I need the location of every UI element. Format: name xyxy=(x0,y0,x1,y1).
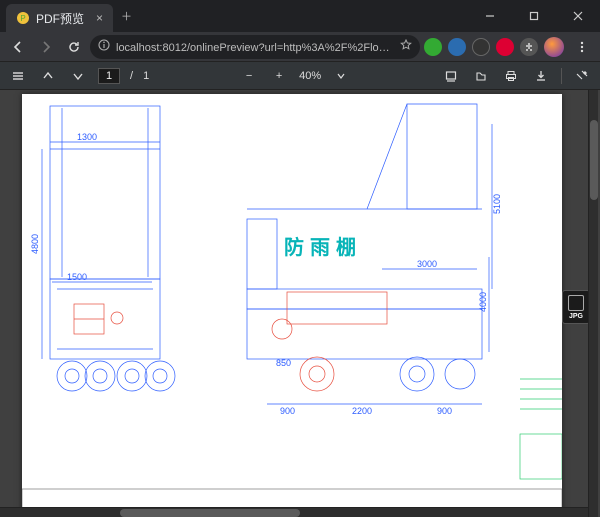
chevron-down-icon[interactable] xyxy=(331,66,351,86)
extension-icon-3[interactable] xyxy=(472,38,490,56)
profile-avatar[interactable] xyxy=(544,37,564,57)
pdf-zoom-out-button[interactable]: − xyxy=(239,66,259,86)
pdf-page-current-input[interactable] xyxy=(98,68,120,84)
browser-tab[interactable]: P PDF预览 × xyxy=(6,4,113,32)
url-text: localhost:8012/onlinePreview?url=http%3A… xyxy=(116,39,394,55)
horizontal-scroll-thumb[interactable] xyxy=(120,509,300,517)
tab-title: PDF预览 xyxy=(36,10,84,27)
bookmark-star-icon[interactable] xyxy=(400,39,412,54)
url-field[interactable]: localhost:8012/onlinePreview?url=http%3A… xyxy=(90,35,420,59)
pdf-page: 1300 4800 1500 防雨棚 5100 3000 4000 850 90… xyxy=(22,94,562,514)
extension-icon-1[interactable] xyxy=(424,38,442,56)
dim-4000: 4000 xyxy=(478,292,488,312)
cad-drawing: 1300 4800 1500 防雨棚 5100 3000 4000 850 90… xyxy=(22,94,562,514)
pdf-open-button[interactable] xyxy=(471,66,491,86)
dim-850: 850 xyxy=(276,358,291,368)
pdf-page-up-button[interactable] xyxy=(38,66,58,86)
pdf-page-down-button[interactable] xyxy=(68,66,88,86)
pdf-presentation-button[interactable] xyxy=(441,66,461,86)
dim-900b: 900 xyxy=(437,406,452,416)
window-minimize-button[interactable] xyxy=(468,0,512,32)
site-info-icon[interactable] xyxy=(98,39,110,54)
dim-900a: 900 xyxy=(280,406,295,416)
separator xyxy=(561,68,562,84)
pdf-viewer[interactable]: 1300 4800 1500 防雨棚 5100 3000 4000 850 90… xyxy=(0,90,600,517)
pdf-zoom-in-button[interactable]: + xyxy=(269,66,289,86)
jpg-label: JPG xyxy=(569,313,583,320)
browser-menu-button[interactable] xyxy=(570,35,594,59)
extensions-puzzle-icon[interactable] xyxy=(520,38,538,56)
svg-text:P: P xyxy=(20,14,25,23)
export-jpg-button[interactable]: JPG xyxy=(562,290,590,324)
vertical-scrollbar[interactable] xyxy=(588,90,598,517)
nav-forward-button[interactable] xyxy=(34,35,58,59)
pdf-page-total: 1 xyxy=(143,70,149,82)
pdf-zoom-value[interactable]: 40% xyxy=(299,70,321,82)
nav-reload-button[interactable] xyxy=(62,35,86,59)
pdf-page-separator: / xyxy=(130,70,133,82)
dim-1500: 1500 xyxy=(67,272,87,282)
dim-3000: 3000 xyxy=(417,259,437,269)
nav-back-button[interactable] xyxy=(6,35,30,59)
extension-icon-2[interactable] xyxy=(448,38,466,56)
close-tab-button[interactable]: × xyxy=(96,11,103,25)
horizontal-scrollbar[interactable] xyxy=(0,507,588,517)
new-tab-button[interactable]: ＋ xyxy=(113,0,140,32)
dim-5100: 5100 xyxy=(492,194,502,214)
pdf-tools-button[interactable] xyxy=(572,66,592,86)
titlebar-drag-area xyxy=(140,0,468,32)
dim-2200: 2200 xyxy=(352,406,372,416)
pdf-download-button[interactable] xyxy=(531,66,551,86)
pdf-print-button[interactable] xyxy=(501,66,521,86)
drawing-label: 防雨棚 xyxy=(284,235,362,259)
window-maximize-button[interactable] xyxy=(512,0,556,32)
window-close-button[interactable] xyxy=(556,0,600,32)
extension-icon-4[interactable] xyxy=(496,38,514,56)
pdf-sidebar-toggle-button[interactable] xyxy=(8,66,28,86)
dim-4800: 4800 xyxy=(30,234,40,254)
vertical-scroll-thumb[interactable] xyxy=(590,120,598,200)
pdf-favicon-icon: P xyxy=(16,11,30,25)
dim-1300: 1300 xyxy=(77,132,97,142)
